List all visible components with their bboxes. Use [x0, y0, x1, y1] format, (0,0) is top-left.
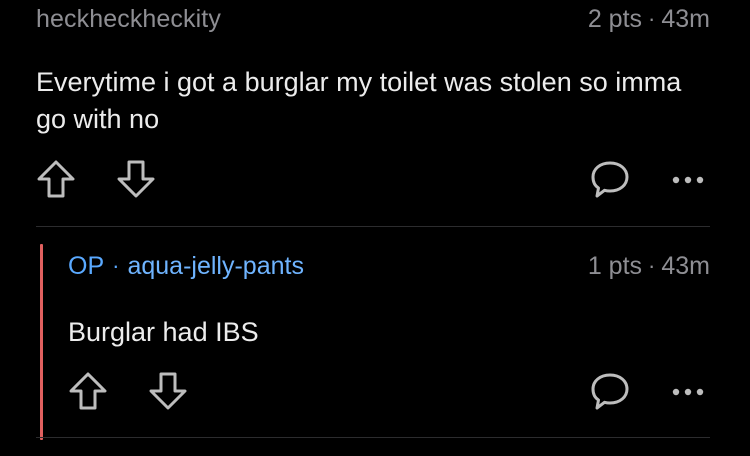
comment-divider — [36, 226, 710, 227]
comment-actions — [30, 156, 712, 202]
op-badge: OP — [68, 251, 105, 280]
upvote-icon — [69, 372, 107, 410]
reply-body: Burglar had IBS — [68, 317, 259, 347]
more-options-icon — [672, 388, 704, 396]
reply-points: 1 pts — [587, 251, 643, 280]
reply-icon — [591, 373, 629, 410]
reply-icon — [591, 161, 629, 198]
meta-separator: · — [648, 253, 656, 278]
more-options-icon — [672, 176, 704, 184]
reply-author: OP · aqua-jelly-pants — [68, 252, 304, 281]
comment-age: 43m — [661, 4, 710, 33]
meta-separator: · — [648, 6, 656, 31]
reply-actions — [62, 368, 712, 414]
reply-meta: OP · aqua-jelly-pants 1 pts · 43m — [68, 250, 710, 282]
thread-depth-bar — [40, 244, 43, 440]
reply-username[interactable]: aqua-jelly-pants — [127, 252, 304, 281]
reply-divider — [36, 437, 710, 438]
downvote-icon — [149, 372, 187, 410]
reply-button[interactable] — [586, 368, 634, 414]
comment-points: 2 pts — [587, 4, 643, 33]
comment-body: Everytime i got a burglar my toilet was … — [36, 67, 682, 134]
reply-stats: 1 pts · 43m — [588, 252, 710, 281]
comment-card: heckheckheckity 2 pts · 43m Everytime i … — [0, 0, 750, 228]
downvote-icon — [117, 160, 155, 198]
downvote-button[interactable] — [144, 368, 192, 414]
reply-button[interactable] — [586, 156, 634, 202]
comment-username[interactable]: heckheckheckity — [36, 5, 221, 34]
upvote-button[interactable] — [32, 156, 80, 202]
reply-age: 43m — [661, 251, 710, 280]
upvote-button[interactable] — [64, 368, 112, 414]
downvote-button[interactable] — [112, 156, 160, 202]
reply-card: OP · aqua-jelly-pants 1 pts · 43m Burgla… — [0, 228, 750, 456]
upvote-icon — [37, 160, 75, 198]
more-options-button[interactable] — [664, 368, 712, 414]
more-options-button[interactable] — [664, 156, 712, 202]
comment-meta: heckheckheckity 2 pts · 43m — [36, 4, 710, 34]
comment-stats: 2 pts · 43m — [588, 5, 710, 34]
meta-separator: · — [112, 253, 120, 278]
